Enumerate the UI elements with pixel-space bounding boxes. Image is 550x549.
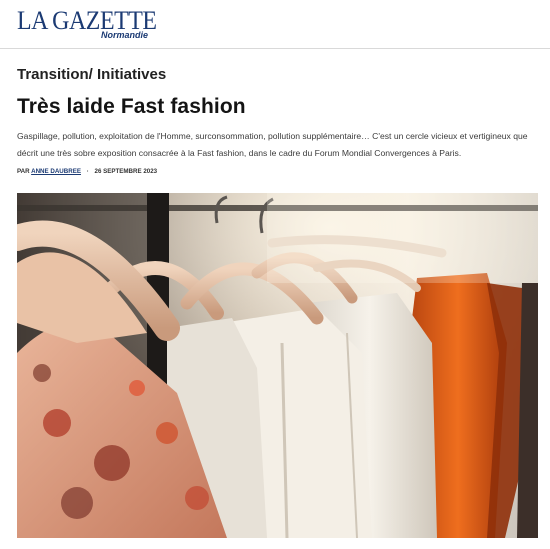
article-lede: Gaspillage, pollution, exploitation de l… — [17, 131, 528, 158]
article-headline: Très laide Fast fashion — [17, 95, 246, 118]
article-photo — [17, 193, 538, 538]
masthead: LA GAZETTE Normandie — [0, 0, 550, 49]
article-category[interactable]: Transition/ Initiatives — [17, 66, 166, 83]
byline-prefix: PAR — [17, 168, 30, 175]
byline-separator: · — [86, 168, 89, 175]
byline: PAR ANNE DAUBREE · 26 SEPTEMBRE 2023 — [17, 168, 157, 175]
logo-subtitle: Normandie — [101, 30, 149, 40]
hangers-illustration — [17, 193, 538, 538]
publish-date: 26 SEPTEMBRE 2023 — [94, 168, 158, 175]
site-logo[interactable]: LA GAZETTE Normandie — [17, 8, 169, 40]
author-link[interactable]: ANNE DAUBREE — [31, 168, 81, 175]
